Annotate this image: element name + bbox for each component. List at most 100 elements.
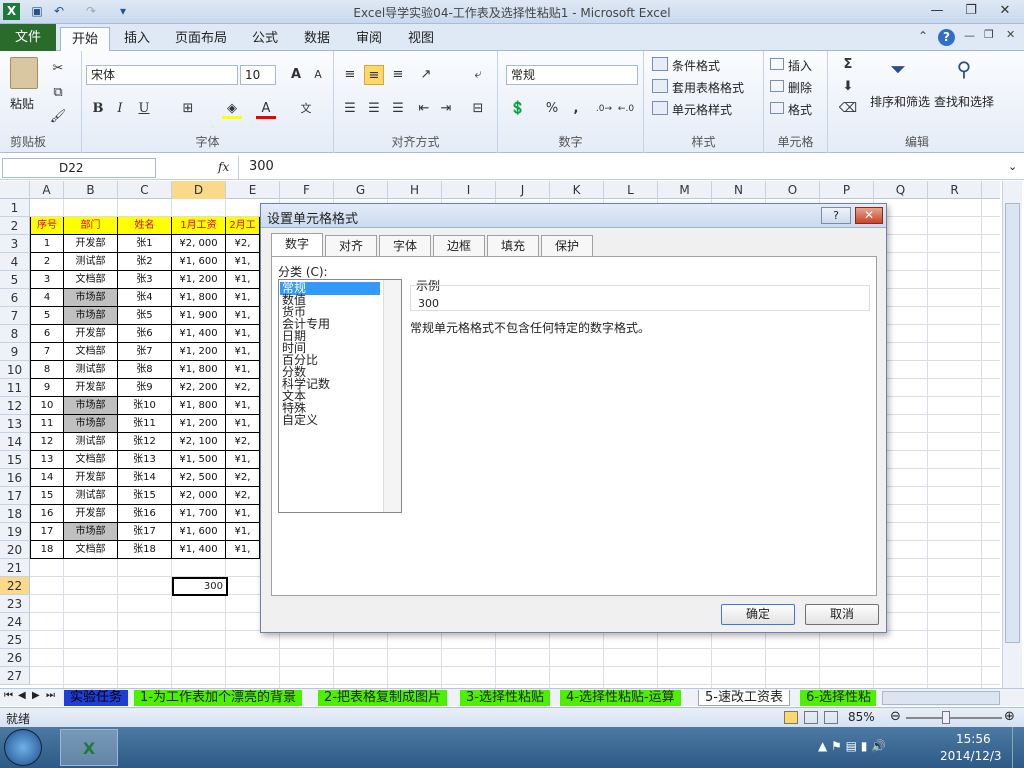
table-cell[interactable]: 张11	[118, 415, 172, 433]
table-cell[interactable]: 2	[30, 253, 64, 271]
row-header[interactable]: 22	[0, 577, 30, 595]
show-desktop-button[interactable]	[1012, 727, 1024, 768]
table-cell[interactable]: ¥1,	[226, 451, 260, 469]
table-cell[interactable]: 10	[30, 397, 64, 415]
table-cell[interactable]: 张12	[118, 433, 172, 451]
column-header[interactable]: L	[604, 181, 658, 199]
table-cell[interactable]: ¥1,	[226, 253, 260, 271]
table-cell[interactable]: ¥1, 600	[172, 523, 226, 541]
close-workbook-icon[interactable]: ✕	[1006, 28, 1015, 41]
zoom-in-icon[interactable]: ⊕	[1004, 709, 1015, 724]
underline-button[interactable]: U	[134, 99, 154, 119]
table-header-cell[interactable]: 部门	[64, 217, 118, 235]
help-icon[interactable]: ?	[938, 29, 955, 46]
row-header[interactable]: 18	[0, 505, 30, 523]
minimize-button[interactable]: —	[924, 2, 950, 20]
table-cell[interactable]: 张7	[118, 343, 172, 361]
autosum-icon[interactable]: Σ	[838, 55, 858, 75]
table-cell[interactable]: 13	[30, 451, 64, 469]
dialog-tab-border[interactable]: 边框	[433, 235, 485, 256]
table-cell[interactable]: ¥1,	[226, 325, 260, 343]
column-header[interactable]: K	[550, 181, 604, 199]
table-cell[interactable]: 测试部	[64, 253, 118, 271]
table-cell[interactable]: ¥1,	[226, 505, 260, 523]
table-cell[interactable]: ¥2,	[226, 487, 260, 505]
table-cell[interactable]: 张1	[118, 235, 172, 253]
minimize-workbook-icon[interactable]: —	[964, 29, 975, 42]
page-layout-view-icon[interactable]	[804, 711, 818, 724]
tab-formulas[interactable]: 公式	[244, 27, 286, 51]
percent-button[interactable]: %	[542, 99, 562, 119]
table-cell[interactable]: ¥1,	[226, 541, 260, 559]
borders-icon[interactable]: ⊞	[178, 99, 198, 119]
align-top-icon[interactable]: ≡	[340, 65, 360, 85]
table-cell[interactable]: ¥1, 400	[172, 325, 226, 343]
font-size-combo[interactable]: 10	[240, 65, 276, 85]
align-right-icon[interactable]: ☰	[388, 99, 408, 119]
row-header[interactable]: 21	[0, 559, 30, 577]
table-cell[interactable]: 张3	[118, 271, 172, 289]
table-cell[interactable]: 测试部	[64, 433, 118, 451]
row-header[interactable]: 2	[0, 217, 30, 235]
table-cell[interactable]: 14	[30, 469, 64, 487]
table-cell[interactable]: ¥1, 500	[172, 451, 226, 469]
table-cell[interactable]: ¥1,	[226, 343, 260, 361]
column-header[interactable]: P	[820, 181, 874, 199]
table-cell[interactable]: ¥2,	[226, 379, 260, 397]
table-cell[interactable]: ¥1,	[226, 523, 260, 541]
wrap-text-icon[interactable]: ⤶	[468, 65, 488, 85]
row-header[interactable]: 8	[0, 325, 30, 343]
row-header[interactable]: 7	[0, 307, 30, 325]
dialog-tab-font[interactable]: 字体	[379, 235, 431, 256]
restore-workbook-icon[interactable]: ❐	[984, 28, 994, 41]
paste-icon[interactable]	[10, 57, 38, 89]
select-all-corner[interactable]	[0, 181, 30, 199]
row-header[interactable]: 17	[0, 487, 30, 505]
decrease-indent-icon[interactable]: ⇤	[414, 99, 434, 119]
table-cell[interactable]: 张18	[118, 541, 172, 559]
table-cell[interactable]: 市场部	[64, 415, 118, 433]
row-header[interactable]: 3	[0, 235, 30, 253]
table-cell[interactable]: 开发部	[64, 379, 118, 397]
table-cell[interactable]: 市场部	[64, 397, 118, 415]
row-header[interactable]: 23	[0, 595, 30, 613]
column-header[interactable]: C	[118, 181, 172, 199]
table-cell[interactable]: 文档部	[64, 271, 118, 289]
table-cell[interactable]: 张6	[118, 325, 172, 343]
formula-input[interactable]: 300	[238, 156, 1008, 179]
tab-page-layout[interactable]: 页面布局	[168, 27, 234, 51]
insert-cells-button[interactable]: 插入	[788, 57, 812, 74]
find-select-label[interactable]: 查找和选择	[934, 93, 994, 110]
table-cell[interactable]: ¥1,	[226, 361, 260, 379]
row-header[interactable]: 11	[0, 379, 30, 397]
category-scrollbar[interactable]	[383, 280, 401, 512]
category-item[interactable]: 自定义	[280, 414, 380, 427]
table-cell[interactable]: 7	[30, 343, 64, 361]
table-cell[interactable]: 开发部	[64, 505, 118, 523]
dialog-tab-alignment[interactable]: 对齐	[325, 235, 377, 256]
row-header[interactable]: 4	[0, 253, 30, 271]
accounting-format-icon[interactable]: 💲	[508, 99, 528, 119]
column-header[interactable]: Q	[874, 181, 928, 199]
close-button[interactable]: ✕	[992, 2, 1018, 20]
selected-cell-d22[interactable]: 300	[172, 577, 228, 596]
row-header[interactable]: 25	[0, 631, 30, 649]
sheet-tab-experiment-task[interactable]: 实验任务	[64, 690, 129, 706]
dialog-tab-number[interactable]: 数字	[271, 233, 323, 257]
tab-data[interactable]: 数据	[296, 27, 338, 51]
column-header[interactable]: O	[766, 181, 820, 199]
table-cell[interactable]: ¥1, 600	[172, 253, 226, 271]
align-left-icon[interactable]: ☰	[340, 99, 360, 119]
number-format-combo[interactable]: 常规	[506, 65, 638, 85]
phonetic-icon[interactable]: 文	[296, 99, 316, 119]
column-header[interactable]: J	[496, 181, 550, 199]
table-cell[interactable]: 11	[30, 415, 64, 433]
ok-button[interactable]: 确定	[721, 604, 795, 625]
table-cell[interactable]: 4	[30, 289, 64, 307]
table-cell[interactable]: 开发部	[64, 469, 118, 487]
table-cell[interactable]: ¥1, 800	[172, 361, 226, 379]
table-cell[interactable]: ¥1, 200	[172, 271, 226, 289]
table-header-cell[interactable]: 1月工资	[172, 217, 226, 235]
table-cell[interactable]: 张9	[118, 379, 172, 397]
category-listbox[interactable]: 常规 数值 货币 会计专用 日期 时间 百分比 分数 科学记数 文本 特殊 自定义	[278, 279, 402, 513]
